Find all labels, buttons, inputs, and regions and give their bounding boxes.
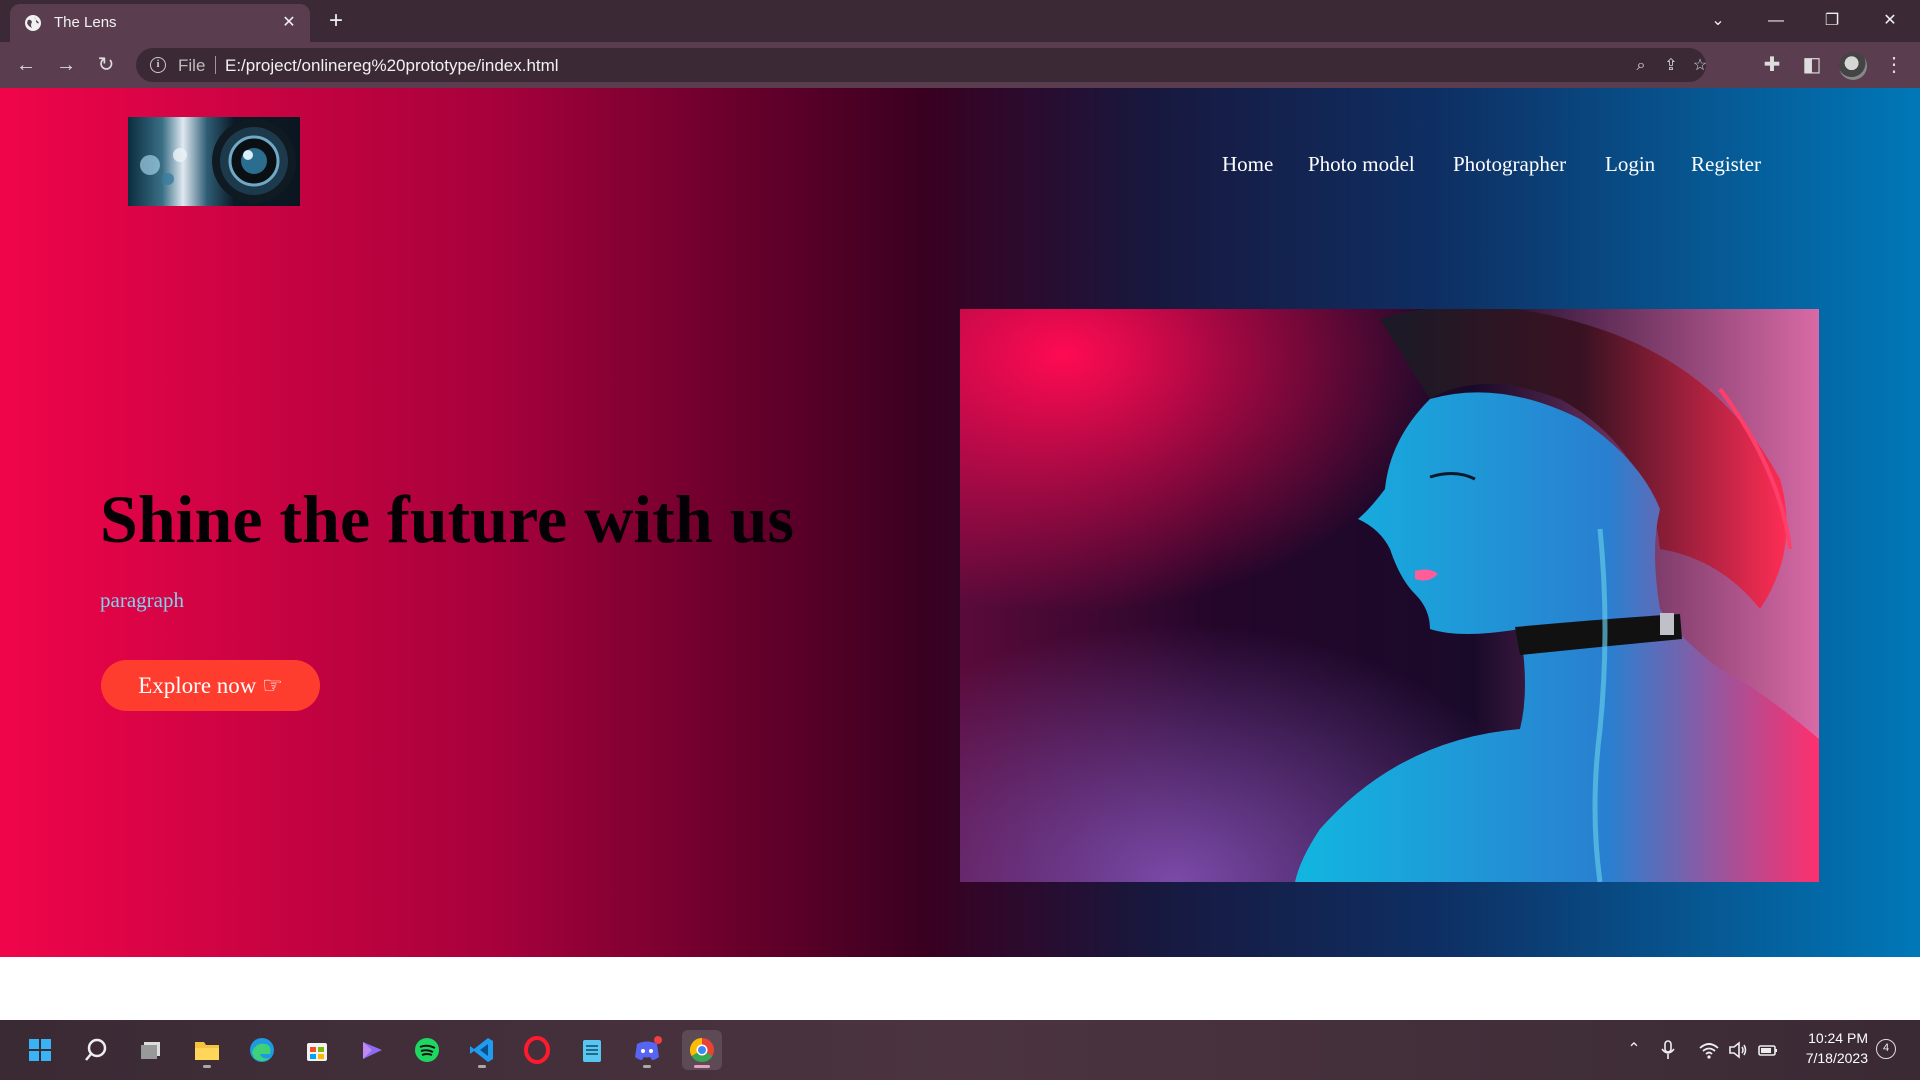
hero-paragraph: paragraph [100, 588, 184, 612]
landing-page: Home Photo model Photographer Login Regi… [0, 88, 1920, 957]
edge-browser-icon[interactable] [242, 1030, 282, 1070]
address-separator [215, 56, 216, 74]
extensions-icon[interactable]: ✚ [1758, 51, 1786, 79]
camera-lens-logo[interactable] [128, 117, 300, 206]
zoom-icon[interactable]: ⌕ [1630, 55, 1652, 77]
running-indicator [203, 1065, 211, 1068]
profile-avatar[interactable] [1839, 52, 1867, 80]
nav-photographer[interactable]: Photographer [1453, 152, 1566, 177]
file-explorer-icon[interactable] [187, 1030, 227, 1070]
address-url[interactable]: E:/project/onlinereg%20prototype/index.h… [225, 56, 559, 76]
minimize-button[interactable]: — [1754, 6, 1798, 36]
search-icon[interactable] [76, 1030, 116, 1070]
globe-icon [25, 15, 41, 31]
side-panel-icon[interactable]: ◧ [1798, 51, 1826, 79]
hero-title: Shine the future with us [100, 481, 794, 557]
discord-icon[interactable] [627, 1030, 667, 1070]
clock-date[interactable]: 7/18/2023 [1796, 1050, 1868, 1066]
forward-arrow-icon[interactable]: → [52, 51, 80, 79]
chrome-icon[interactable] [682, 1030, 722, 1070]
tab-title: The Lens [54, 14, 117, 31]
clock-time[interactable]: 10:24 PM [1796, 1030, 1868, 1046]
close-window-button[interactable]: ✕ [1868, 6, 1912, 36]
share-icon[interactable]: ⇪ [1660, 55, 1682, 77]
browser-tab-strip: The Lens ✕ + ⌄ — ❐ ✕ [0, 0, 1920, 42]
battery-icon[interactable] [1756, 1038, 1780, 1062]
opera-browser-icon[interactable] [517, 1030, 557, 1070]
bookmark-star-icon[interactable]: ☆ [1689, 55, 1711, 77]
notification-badge[interactable]: 4 [1876, 1039, 1896, 1059]
windows-start-icon[interactable] [20, 1030, 60, 1070]
info-icon[interactable]: i [150, 57, 166, 73]
nav-login[interactable]: Login [1605, 152, 1655, 177]
notepad-icon[interactable] [572, 1030, 612, 1070]
back-arrow-icon[interactable]: ← [12, 51, 40, 79]
new-tab-button[interactable]: + [322, 8, 350, 36]
nav-home[interactable]: Home [1222, 152, 1273, 177]
volume-icon[interactable] [1726, 1038, 1750, 1062]
explore-now-button[interactable]: Explore now ☞ [101, 660, 320, 711]
reload-icon[interactable]: ↻ [92, 51, 120, 79]
address-scheme: File [178, 56, 206, 75]
microphone-icon[interactable] [1656, 1038, 1680, 1062]
browser-tab[interactable]: The Lens ✕ [10, 4, 310, 42]
close-icon[interactable]: ✕ [278, 12, 300, 34]
running-indicator [478, 1065, 486, 1068]
menu-kebab-icon[interactable]: ⋮ [1880, 51, 1908, 79]
chevron-up-icon[interactable]: ⌃ [1622, 1038, 1646, 1062]
vscode-icon[interactable] [462, 1030, 502, 1070]
portrait-illustration [960, 309, 1819, 882]
task-view-icon[interactable] [132, 1030, 172, 1070]
restore-button[interactable]: ❐ [1810, 6, 1854, 36]
spotify-icon[interactable] [407, 1030, 447, 1070]
camera-lens-icon [140, 119, 296, 203]
hero-portrait-image [960, 309, 1819, 882]
running-indicator [643, 1065, 651, 1068]
wifi-icon[interactable] [1697, 1038, 1721, 1062]
windows-taskbar: ⌃ 10:24 PM 7/18/2023 4 [0, 1020, 1920, 1080]
address-bar[interactable]: i File E:/project/onlinereg%20prototype/… [136, 48, 1707, 82]
active-indicator [694, 1065, 710, 1068]
nav-photo-model[interactable]: Photo model [1308, 152, 1415, 177]
browser-toolbar: ← → ↻ i File E:/project/onlinereg%20prot… [0, 42, 1920, 88]
tab-search-chevron-icon[interactable]: ⌄ [1696, 6, 1740, 36]
nav-register[interactable]: Register [1691, 152, 1761, 177]
clipchamp-icon[interactable] [352, 1030, 392, 1070]
microsoft-store-icon[interactable] [297, 1030, 337, 1070]
